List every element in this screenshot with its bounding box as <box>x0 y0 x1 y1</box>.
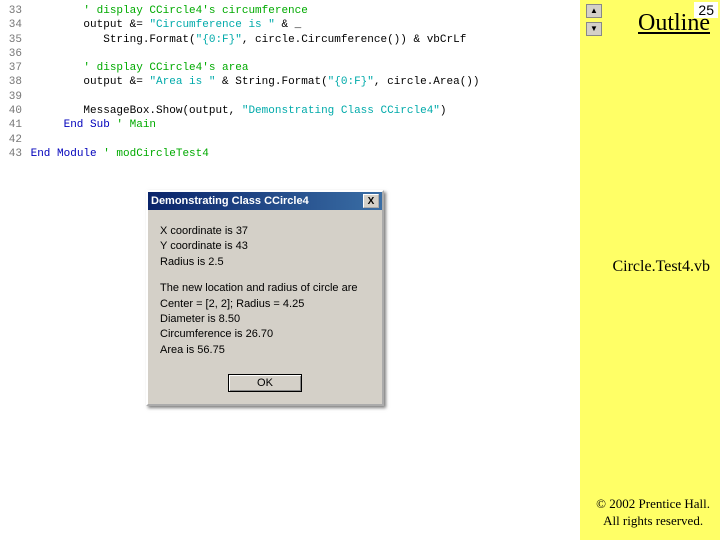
code-text: , circle.Area()) <box>374 76 480 88</box>
code-text: , circle.Circumference()) & vbCrLf <box>242 34 466 46</box>
line-num: 37 <box>0 61 22 75</box>
code-string: "{0:F}" <box>196 34 242 46</box>
nav-arrows: ▲ ▼ <box>586 4 602 36</box>
code-string: "Area is " <box>149 76 215 88</box>
line-num: 42 <box>0 133 22 147</box>
code-text: & String.Format( <box>215 76 327 88</box>
code-text: String.Format( <box>103 34 195 46</box>
line-num: 34 <box>0 18 22 32</box>
line-num: 43 <box>0 147 22 161</box>
code-string: "Circumference is " <box>149 19 274 31</box>
code-text: MessageBox.Show(output, <box>83 105 241 117</box>
code-text: output &= <box>83 76 149 88</box>
line-num: 33 <box>0 4 22 18</box>
message-box: Demonstrating Class CCircle4 X X coordin… <box>146 190 384 406</box>
copyright-notice: © 2002 Prentice Hall. All rights reserve… <box>596 496 710 530</box>
code-comment: ' Main <box>116 119 156 131</box>
code-text: & _ <box>275 19 301 31</box>
dialog-titlebar[interactable]: Demonstrating Class CCircle4 X <box>148 192 382 210</box>
code-comment: ' modCircleTest4 <box>103 148 209 160</box>
code-comment: ' display CCircle4's circumference <box>83 5 307 17</box>
dialog-text-1: X coordinate is 37 Y coordinate is 43 Ra… <box>160 224 370 270</box>
code-keyword: End Module <box>31 148 104 160</box>
source-filename: Circle.Test4.vb <box>612 258 710 276</box>
ok-button[interactable]: OK <box>228 374 302 392</box>
code-string: "Demonstrating Class CCircle4" <box>242 105 440 117</box>
close-button[interactable]: X <box>363 194 379 208</box>
code-comment: ' display CCircle4's area <box>83 62 248 74</box>
code-keyword: End Sub <box>64 119 117 131</box>
page-number: 25 <box>694 2 718 18</box>
copyright-line2: All rights reserved. <box>603 513 703 528</box>
line-num: 41 <box>0 118 22 132</box>
line-num: 39 <box>0 90 22 104</box>
line-num: 36 <box>0 47 22 61</box>
dialog-button-row: OK <box>148 368 382 404</box>
arrow-down-button[interactable]: ▼ <box>586 22 602 36</box>
copyright-line1: © 2002 Prentice Hall. <box>596 496 710 511</box>
code-string: "{0:F}" <box>328 76 374 88</box>
line-num: 35 <box>0 33 22 47</box>
line-num: 40 <box>0 104 22 118</box>
arrow-up-button[interactable]: ▲ <box>586 4 602 18</box>
code-listing: 33 ' display CCircle4's circumference 34… <box>0 0 440 165</box>
line-num: 38 <box>0 75 22 89</box>
close-icon: X <box>368 196 375 207</box>
dialog-title: Demonstrating Class CCircle4 <box>151 195 309 207</box>
dialog-body: X coordinate is 37 Y coordinate is 43 Ra… <box>148 210 382 368</box>
code-text: ) <box>440 105 447 117</box>
code-text: output &= <box>83 19 149 31</box>
outline-sidebar: ▲ ▼ Outline Circle.Test4.vb © 2002 Prent… <box>580 0 720 540</box>
dialog-text-2: The new location and radius of circle ar… <box>160 281 370 358</box>
